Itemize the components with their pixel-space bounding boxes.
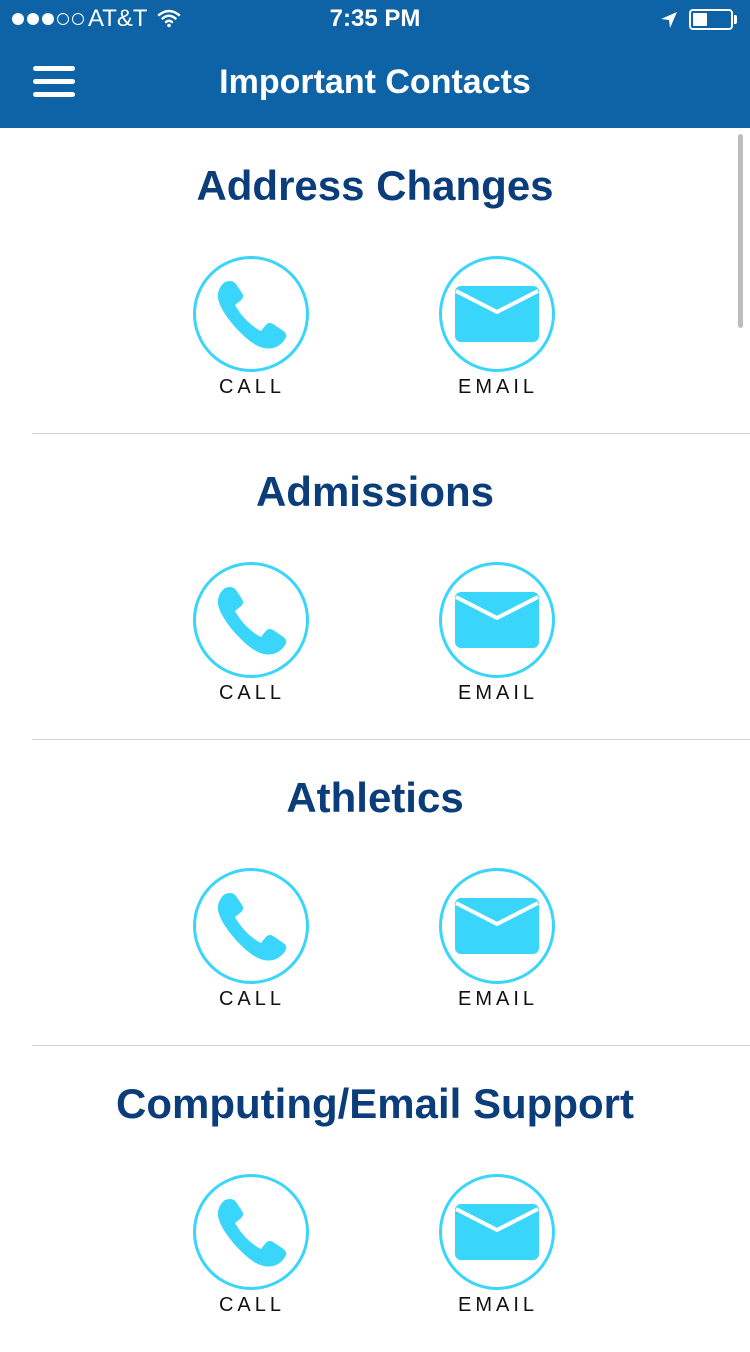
battery-tip [734, 15, 737, 24]
envelope-icon [455, 286, 539, 342]
email-circle [439, 256, 555, 372]
contact-title: Address Changes [196, 162, 554, 209]
call-label: CALL [218, 988, 286, 1010]
email-label: EMAIL [457, 682, 539, 704]
contact-title: Admissions [255, 468, 495, 515]
envelope-icon [455, 898, 539, 954]
phone-icon [217, 892, 287, 961]
contacts-list[interactable]: Address Changes CALL EMAIL Admissions CA… [0, 128, 750, 1334]
email-label: EMAIL [457, 1294, 539, 1316]
contact-section: Athletics CALL EMAIL [0, 740, 750, 1046]
call-button[interactable]: CALL [193, 256, 311, 406]
email-label: EMAIL [457, 376, 539, 398]
call-button[interactable]: CALL [193, 1174, 311, 1324]
contact-title: Athletics [286, 774, 464, 821]
status-bar: AT&T 7:35 PM [0, 0, 750, 40]
email-circle [439, 1174, 555, 1290]
phone-icon [217, 1198, 287, 1267]
envelope-icon [455, 592, 539, 648]
call-button[interactable]: CALL [193, 562, 311, 712]
email-label: EMAIL [457, 988, 539, 1010]
battery-icon [689, 9, 733, 30]
email-button[interactable]: EMAIL [439, 562, 557, 712]
contact-section: Computing/Email Support CALL EMAIL [0, 1046, 750, 1352]
call-label: CALL [218, 1294, 286, 1316]
call-circle [193, 1174, 309, 1290]
battery-level [693, 13, 707, 26]
email-button[interactable]: EMAIL [439, 868, 557, 1018]
email-button[interactable]: EMAIL [439, 256, 557, 406]
call-button[interactable]: CALL [193, 868, 311, 1018]
contact-title: Computing/Email Support [116, 1080, 634, 1127]
call-circle [193, 256, 309, 372]
contact-section: Address Changes CALL EMAIL [0, 128, 750, 434]
email-button[interactable]: EMAIL [439, 1174, 557, 1324]
call-label: CALL [218, 682, 286, 704]
location-arrow-icon [659, 10, 679, 35]
phone-icon [217, 280, 287, 349]
status-time: 7:35 PM [329, 5, 421, 32]
call-circle [193, 868, 309, 984]
contact-section: Admissions CALL EMAIL [0, 434, 750, 740]
phone-icon [217, 586, 287, 655]
scrollbar[interactable] [738, 134, 743, 328]
app-header: AT&T 7:35 PM Important Contacts [0, 0, 750, 128]
call-label: CALL [218, 376, 286, 398]
call-circle [193, 562, 309, 678]
page-title: Important Contacts [219, 63, 531, 101]
email-circle [439, 868, 555, 984]
email-circle [439, 562, 555, 678]
envelope-icon [455, 1204, 539, 1260]
